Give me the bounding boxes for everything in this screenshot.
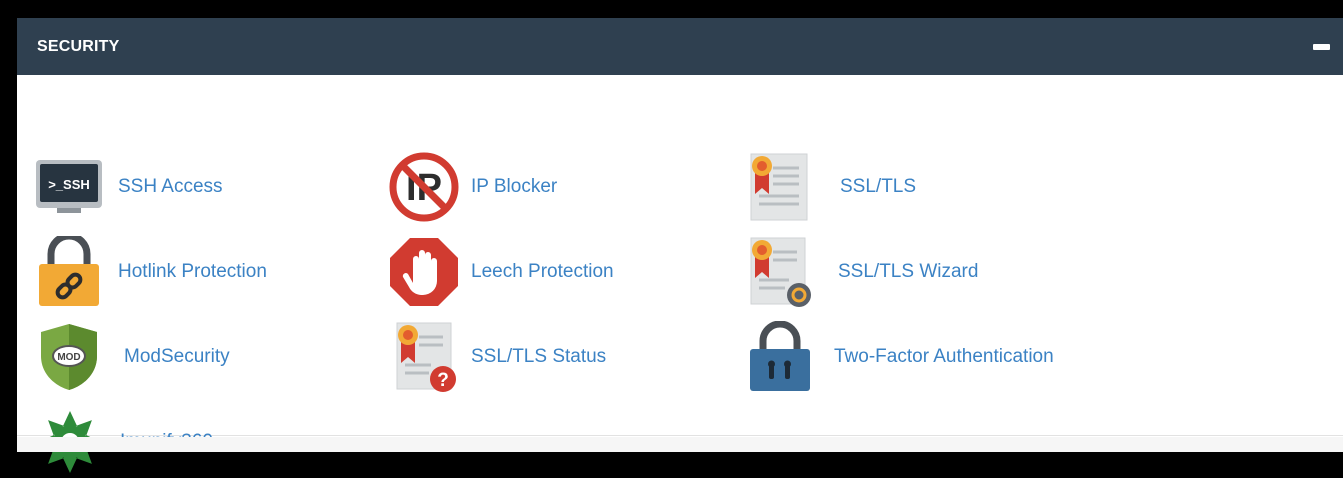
ssh-access-label: SSH Access (118, 176, 223, 197)
minus-icon[interactable] (1308, 34, 1334, 60)
ssl-tls-status-label: SSL/TLS Status (471, 346, 607, 367)
leech-protection-link[interactable]: Leech Protection (389, 236, 614, 308)
security-tools-grid: >_SSH SSH Access IP IP Blocker (17, 75, 1343, 473)
two-factor-authentication-link[interactable]: Two-Factor Authentication (749, 321, 1054, 393)
svg-text:?: ? (437, 370, 449, 391)
ssl-tls-status-link[interactable]: ? SSL/TLS Status (395, 321, 606, 393)
ip-blocker-label: IP Blocker (471, 176, 558, 197)
leech-protection-label: Leech Protection (471, 261, 614, 282)
mod-shield-icon: MOD (39, 321, 109, 393)
svg-text:>_SSH: >_SSH (48, 177, 90, 192)
ssl-tls-wizard-label: SSL/TLS Wizard (838, 261, 979, 282)
ssl-tls-wizard-link[interactable]: SSL/TLS Wizard (749, 236, 978, 308)
ssl-tls-link[interactable]: SSL/TLS (749, 151, 916, 223)
two-factor-authentication-label: Two-Factor Authentication (834, 346, 1054, 367)
panel-title: SECURITY (37, 37, 120, 55)
padlock-2fa-icon (749, 321, 819, 393)
certificate-status-icon: ? (395, 321, 465, 393)
hotlink-protection-label: Hotlink Protection (118, 261, 267, 282)
ssh-terminal-icon: >_SSH (35, 151, 105, 223)
certificate-wizard-icon (749, 236, 819, 308)
panel-footer-strip (17, 437, 1343, 452)
panel-header: SECURITY (17, 18, 1343, 75)
ssl-tls-label: SSL/TLS (840, 176, 917, 197)
stop-hand-icon (389, 236, 459, 308)
ip-blocker-icon: IP (389, 151, 459, 223)
modsecurity-link[interactable]: MOD ModSecurity (39, 321, 230, 393)
certificate-icon (749, 151, 819, 223)
security-panel: SECURITY >_SSH SSH Access IP Blocker SSL… (17, 18, 1343, 473)
modsecurity-label: ModSecurity (124, 346, 230, 367)
hotlink-protection-link[interactable]: Hotlink Protection (37, 236, 267, 308)
ip-blocker-link[interactable]: IP IP Blocker (389, 151, 557, 223)
padlock-link-icon (37, 236, 107, 308)
ssh-access-link[interactable]: >_SSH SSH Access (35, 151, 223, 223)
svg-text:MOD: MOD (57, 352, 80, 363)
